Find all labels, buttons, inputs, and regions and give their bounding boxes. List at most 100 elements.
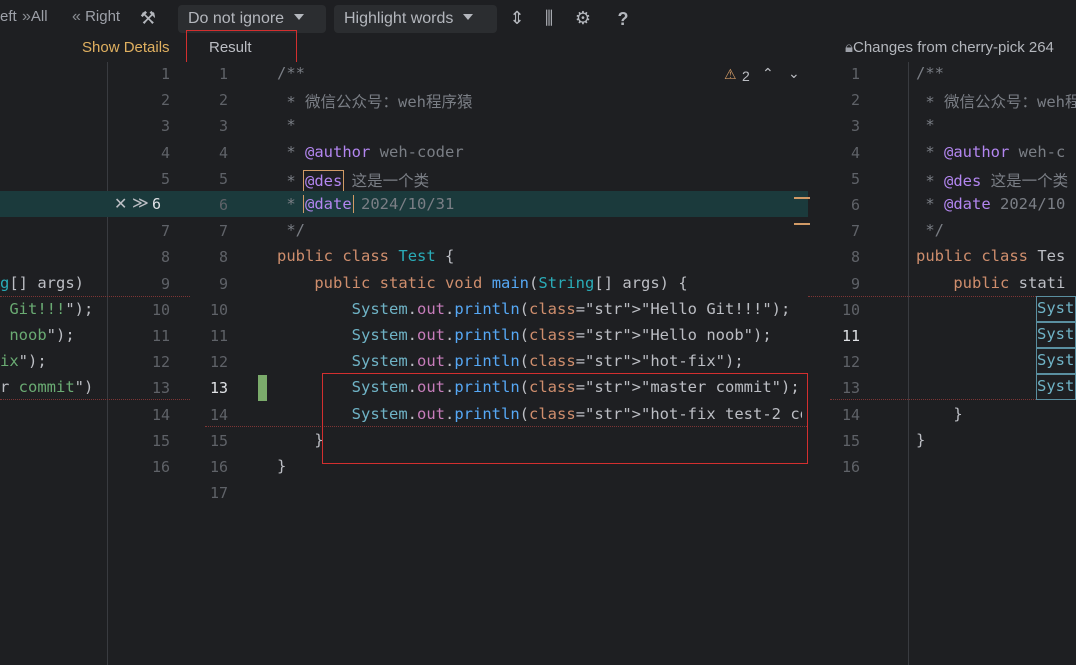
code-line[interactable]: * 微信公众号：weh程	[916, 90, 1076, 112]
code-line[interactable]: */	[916, 221, 1076, 239]
line-number: 4	[160, 143, 170, 162]
line-number: 14	[841, 405, 860, 424]
line-number: 12	[151, 353, 170, 372]
line-number: 13	[209, 379, 228, 398]
double-chevron-right-icon: »	[22, 8, 31, 25]
line-number: 16	[209, 458, 228, 476]
code-line[interactable]: noob");	[0, 326, 107, 344]
line-number: 2	[160, 91, 170, 110]
highlight-dropdown-value: Highlight words	[344, 10, 454, 27]
code-line[interactable]: g[] args)	[0, 274, 107, 292]
accept-all-button[interactable]: »All	[22, 8, 48, 26]
code-line[interactable]: r commit")	[0, 378, 107, 396]
accept-all-label: All	[30, 8, 48, 25]
code-line[interactable]: Git!!!");	[0, 300, 107, 318]
code-line[interactable]: * @des 这是一个类	[277, 169, 802, 191]
right-change-block: Syst	[1036, 348, 1076, 374]
code-line[interactable]: System.out.println(class="str">"Hello Gi…	[277, 300, 802, 318]
line-number: 2	[218, 91, 228, 110]
ignore-dropdown-value: Do not ignore	[188, 10, 285, 27]
code-line[interactable]: System.out.println(class="str">"hot-fix"…	[277, 352, 802, 370]
divider	[908, 62, 909, 665]
code-line[interactable]: *	[916, 116, 1076, 134]
line-number: 3	[850, 117, 860, 136]
line-number: 7	[850, 222, 860, 241]
code-line[interactable]: * @date 2024/10/31	[277, 195, 802, 213]
show-details-link[interactable]: Show Details	[82, 39, 170, 57]
line-number: 6	[218, 196, 228, 214]
line-number: 13	[151, 379, 170, 398]
line-number: 16	[151, 458, 170, 476]
code-line[interactable]: * @des 这是一个类	[916, 169, 1076, 191]
line-number: 8	[850, 248, 860, 267]
line-number: 8	[218, 248, 228, 267]
double-chevron-left-icon: «	[72, 8, 81, 25]
code-line: Syst	[1037, 299, 1075, 317]
accept-right-label: Right	[85, 8, 121, 25]
help-button[interactable]: ?	[612, 8, 634, 30]
line-number: 7	[218, 222, 228, 241]
conflict-row-left	[0, 191, 107, 217]
line-number: 5	[218, 169, 228, 188]
line-number: 9	[218, 274, 228, 293]
code-line[interactable]: public stati	[916, 274, 1076, 292]
line-number: 4	[218, 143, 228, 162]
ignore-whitespace-dropdown[interactable]: Do not ignore	[178, 5, 326, 33]
line-number: 4	[850, 143, 860, 162]
line-number: 10	[209, 300, 228, 319]
magic-wand-icon[interactable]: ⚒	[137, 8, 159, 30]
code-line: Syst	[1037, 377, 1075, 395]
code-line[interactable]: *	[277, 116, 802, 134]
line-number: 7	[160, 222, 170, 241]
left-line-number-active: 6	[152, 195, 162, 213]
line-number: 2	[850, 91, 860, 110]
line-number: 10	[151, 300, 170, 319]
line-number: 15	[209, 431, 228, 450]
line-number: 9	[850, 274, 860, 293]
code-line[interactable]: System.out.println(class="str">"Hello no…	[277, 326, 802, 344]
right-title-text: Changes from cherry-pick 264	[852, 39, 1054, 56]
chevron-down-icon	[463, 13, 474, 20]
code-line[interactable]: }	[916, 405, 1076, 423]
line-number: 13	[841, 379, 860, 398]
collapse-unchanged-icon[interactable]: ⇕	[506, 8, 528, 30]
code-line[interactable]: public class Tes	[916, 247, 1076, 265]
line-number: 17	[209, 484, 228, 503]
gear-icon[interactable]: ⚙	[572, 8, 594, 30]
code-line[interactable]: /**	[916, 64, 1076, 82]
accept-change-icon[interactable]: ≫	[132, 193, 149, 212]
code-line[interactable]: * 微信公众号：weh程序猿	[277, 90, 802, 112]
accept-left-button[interactable]: eft	[0, 8, 17, 25]
line-number: 11	[841, 327, 860, 345]
code-line[interactable]: public class Test {	[277, 247, 802, 265]
line-number: 15	[151, 431, 170, 450]
line-number: 5	[160, 169, 170, 188]
code-line[interactable]: */	[277, 221, 802, 239]
panel-headers: Show Details Result 🔒︎Changes from cherr…	[0, 38, 1076, 62]
code-line[interactable]: public static void main(String[] args) {	[277, 274, 802, 292]
right-change-block: Syst	[1036, 322, 1076, 348]
toolbar: eft »All « Right ⚒ Do not ignore Highlig…	[0, 0, 1076, 38]
line-number: 9	[160, 274, 170, 293]
chevron-down-icon	[294, 13, 305, 20]
line-number: 11	[151, 327, 170, 345]
accept-right-button[interactable]: « Right	[72, 8, 120, 26]
line-number: 12	[841, 353, 860, 372]
line-number: 12	[209, 353, 228, 372]
code-line[interactable]: * @author weh-c	[916, 143, 1076, 161]
code-line[interactable]: ix");	[0, 352, 107, 370]
line-number: 14	[209, 405, 228, 424]
sync-scroll-icon[interactable]: ⫼	[538, 8, 560, 30]
line-number: 1	[218, 65, 228, 83]
right-change-block: Syst	[1036, 374, 1076, 400]
conflict-row-gutter	[107, 191, 267, 217]
conflict-divider	[0, 296, 190, 297]
line-number: 5	[850, 169, 860, 188]
code-line[interactable]: * @date 2024/10	[916, 195, 1076, 213]
highlight-dropdown[interactable]: Highlight words	[334, 5, 497, 33]
code-line[interactable]: }	[916, 431, 1076, 449]
code-line[interactable]: * @author weh-coder	[277, 143, 802, 161]
conflict-divider	[0, 399, 190, 400]
code-line[interactable]: /**	[277, 64, 802, 82]
reject-change-icon[interactable]: ✕	[114, 194, 127, 213]
